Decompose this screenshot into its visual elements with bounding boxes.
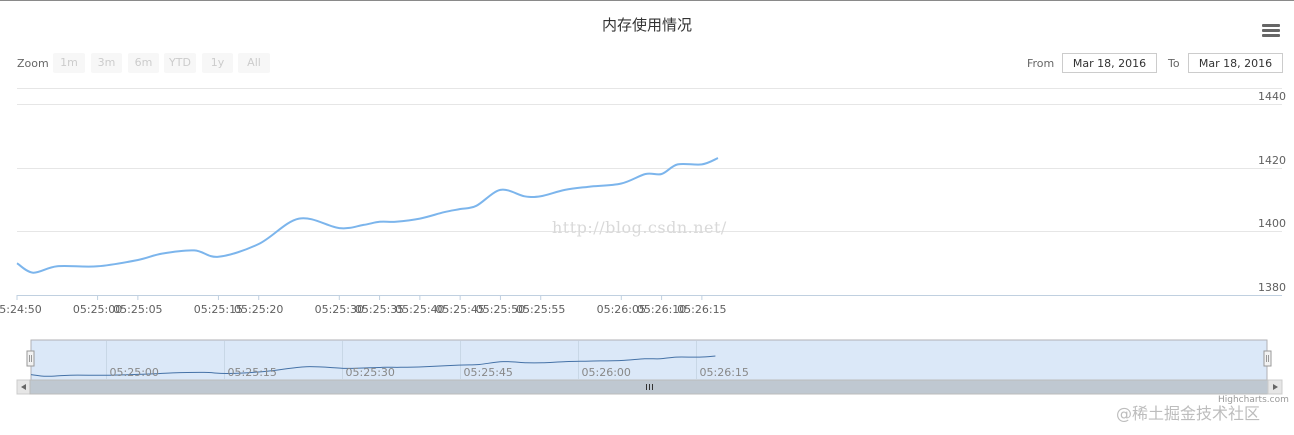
x-tick-label: 05:25:05 bbox=[113, 303, 162, 316]
y-tick-label: 1380 bbox=[1258, 281, 1286, 294]
x-tick-label: 05:25:20 bbox=[234, 303, 283, 316]
navigator-tick-label: 05:26:00 bbox=[582, 366, 631, 379]
watermark-text: http://blog.csdn.net/ bbox=[552, 218, 727, 237]
navigator-selected-range[interactable] bbox=[30, 339, 1268, 381]
navigator-tick-label: 05:25:30 bbox=[346, 366, 395, 379]
navigator-tick-label: 05:26:15 bbox=[700, 366, 749, 379]
x-tick-label: 05:25:55 bbox=[516, 303, 565, 316]
series-line bbox=[16, 157, 719, 274]
y-tick-label: 1440 bbox=[1258, 90, 1286, 103]
y-tick-label: 1420 bbox=[1258, 154, 1286, 167]
x-tick-label: 05:24:50 bbox=[0, 303, 42, 316]
scrollbar[interactable] bbox=[16, 379, 1283, 395]
corner-watermark: @稀土掘金技术社区 bbox=[1116, 404, 1261, 423]
y-tick-label: 1400 bbox=[1258, 217, 1286, 230]
navigator-tick-label: 05:25:15 bbox=[228, 366, 277, 379]
x-tick-label: 05:26:15 bbox=[677, 303, 726, 316]
navigator-tick-label: 05:25:00 bbox=[110, 366, 159, 379]
navigator[interactable]: 05:25:00 05:25:15 05:25:30 05:25:45 05:26:00… bbox=[26, 339, 1272, 381]
navigator-left-handle[interactable] bbox=[26, 350, 35, 367]
navigator-tick-label: 05:25:45 bbox=[464, 366, 513, 379]
navigator-right-handle[interactable] bbox=[1263, 350, 1272, 367]
